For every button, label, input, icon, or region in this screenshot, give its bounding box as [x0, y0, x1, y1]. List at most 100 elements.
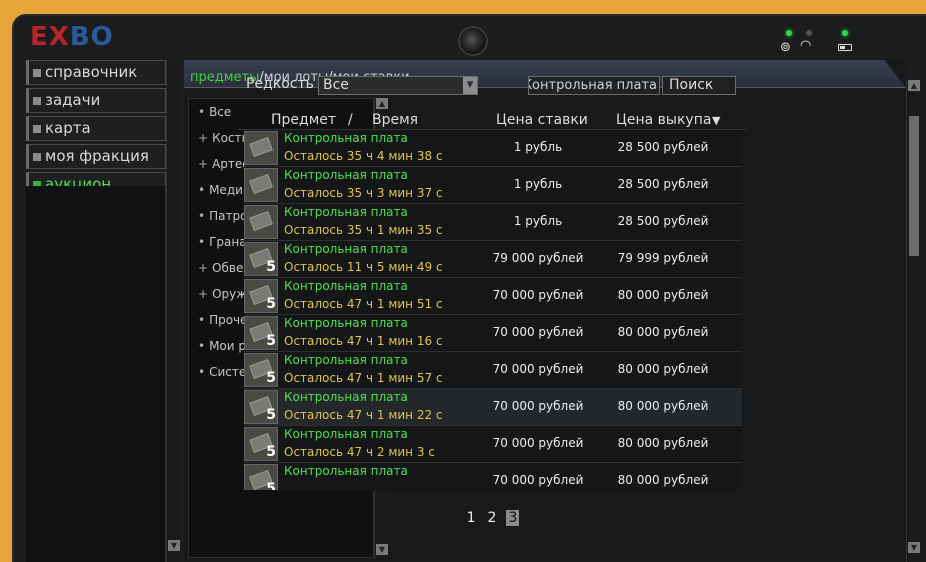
item-time-left: Осталось 47 ч 1 мин 22 с	[284, 408, 443, 422]
page-button-1[interactable]: 1	[465, 510, 478, 526]
item-thumbnail: 5	[244, 464, 278, 490]
table-row[interactable]: 5 Контрольная плата Осталось 47 ч 1 мин 22…	[244, 389, 742, 426]
scroll-down-icon[interactable]: ▼	[168, 540, 180, 551]
category-marker-icon: •	[198, 183, 206, 197]
category-marker-icon: +	[198, 261, 209, 275]
menu-item-2[interactable]: карта	[26, 116, 166, 141]
antenna-icon: ⊚	[780, 40, 791, 55]
table-row[interactable]: Контрольная плата Осталось 35 ч 4 мин 38 …	[244, 130, 742, 167]
column-header: Предмет / Время Цена ставки Цена выкупа …	[238, 112, 746, 130]
wifi-icon: ◠	[800, 38, 812, 53]
item-time-left: Осталось 47 ч 2 мин 3 с	[284, 445, 435, 459]
item-time-left: Осталось 35 ч 4 мин 38 с	[284, 149, 443, 163]
battery-icon	[838, 44, 852, 51]
col-item[interactable]: Предмет	[271, 112, 336, 128]
chevron-down-icon[interactable]: ▼	[463, 77, 477, 94]
top-bar: EXBO ⊚ ◠	[14, 16, 926, 60]
category-marker-icon: •	[198, 209, 206, 223]
menu-item-0[interactable]: справочник	[26, 60, 166, 85]
buyout-price: 28 500 рублей	[617, 140, 709, 154]
item-name: Контрольная плата	[284, 316, 408, 330]
table-row[interactable]: 5 Контрольная плата 70 000 рублей 80 000 ру…	[244, 463, 742, 490]
scroll-down-icon[interactable]: ▼	[908, 542, 920, 553]
item-thumbnail: 5	[244, 242, 278, 276]
lot-list-area: Редкость Все ▼ Контрольная плата Поиск П…	[238, 66, 746, 514]
rarity-select[interactable]: Все ▼	[318, 76, 478, 95]
table-row[interactable]: Контрольная плата Осталось 35 ч 1 мин 35 …	[244, 204, 742, 241]
category-marker-icon: •	[198, 339, 206, 353]
logo-part-2: BO	[69, 22, 114, 52]
lot-rows: Осталось 35 ч 2 мин 32 сКонтрольная плат…	[244, 130, 742, 490]
circuit-board-icon	[249, 174, 273, 194]
menu-item-label: справочник	[45, 63, 138, 81]
category-marker-icon: •	[198, 365, 206, 379]
bid-price: 70 000 рублей	[492, 325, 584, 339]
bid-price: 70 000 рублей	[492, 399, 584, 413]
bid-price: 1 рубль	[513, 177, 563, 191]
bid-price: 1 рубль	[513, 214, 563, 228]
item-quantity: 5	[266, 481, 276, 490]
scroll-down-icon[interactable]: ▼	[376, 544, 388, 555]
category-marker-icon: •	[198, 105, 206, 119]
item-name: Контрольная плата	[284, 353, 408, 367]
buyout-price: 80 000 рублей	[617, 436, 709, 450]
rarity-value: Все	[323, 77, 349, 93]
table-row[interactable]: Контрольная плата Осталось 35 ч 3 мин 37 …	[244, 167, 742, 204]
bid-price: 70 000 рублей	[492, 473, 584, 487]
main-scrollbar[interactable]: ▲ ▼	[906, 80, 920, 562]
buyout-price: 80 000 рублей	[617, 325, 709, 339]
item-quantity: 5	[266, 259, 276, 275]
led-green	[786, 30, 792, 36]
buyout-price: 79 999 рублей	[617, 251, 709, 265]
item-time-left: Осталось 47 ч 1 мин 51 с	[284, 297, 443, 311]
table-row[interactable]: 5 Контрольная плата Осталось 47 ч 2 мин 3 …	[244, 426, 742, 463]
main-menu: справочник задачи карта моя фракция аукцион	[26, 60, 166, 200]
category-marker-icon: •	[198, 235, 206, 249]
item-name: Контрольная плата	[284, 279, 408, 293]
category-marker-icon: +	[198, 157, 209, 171]
led-green	[842, 30, 848, 36]
logo: EXBO	[30, 22, 114, 52]
logo-part-1: EX	[30, 22, 70, 52]
col-buyout[interactable]: Цена выкупа	[616, 112, 711, 128]
page-button-3[interactable]: 3	[506, 510, 520, 526]
rarity-label: Редкость	[246, 76, 314, 92]
item-name: Контрольная плата	[284, 427, 408, 441]
table-row[interactable]: 5 Контрольная плата Осталось 11 ч 5 мин 49…	[244, 241, 742, 278]
scroll-thumb[interactable]	[909, 116, 919, 256]
item-thumbnail: 5	[244, 353, 278, 387]
item-time-left: Осталось 35 ч 3 мин 37 с	[284, 186, 443, 200]
col-time[interactable]: Время	[372, 112, 418, 128]
scroll-up-icon[interactable]: ▲	[908, 80, 920, 91]
page-button-2[interactable]: 2	[486, 510, 499, 526]
col-bid[interactable]: Цена ставки	[496, 112, 588, 128]
bid-price: 79 000 рублей	[492, 251, 584, 265]
table-row[interactable]: 5 Контрольная плата Осталось 47 ч 1 мин 57…	[244, 352, 742, 389]
item-quantity: 5	[266, 296, 276, 312]
table-row[interactable]: 5 Контрольная плата Осталось 47 ч 1 мин 51…	[244, 278, 742, 315]
pda-device: EXBO ⊚ ◠ справочник задачи карта моя фракци…	[12, 14, 926, 562]
buyout-price: 80 000 рублей	[617, 362, 709, 376]
table-row[interactable]: 5 Контрольная плата Осталось 47 ч 1 мин 16…	[244, 315, 742, 352]
left-scrollbar[interactable]: ▼	[166, 60, 180, 562]
menu-item-label: задачи	[45, 91, 101, 109]
item-quantity: 5	[266, 370, 276, 386]
search-input[interactable]: Контрольная плата	[528, 76, 660, 95]
bid-price: 70 000 рублей	[492, 288, 584, 302]
item-quantity: 5	[266, 444, 276, 460]
filter-row: Редкость Все ▼ Контрольная плата Поиск	[238, 66, 746, 96]
item-quantity: 5	[266, 333, 276, 349]
buyout-price: 80 000 рублей	[617, 288, 709, 302]
search-button[interactable]: Поиск	[662, 76, 736, 95]
item-name: Контрольная плата	[284, 131, 408, 145]
sort-icon[interactable]: ▼	[712, 114, 720, 127]
menu-bullet-icon	[33, 96, 41, 105]
buyout-price: 80 000 рублей	[617, 473, 709, 487]
item-name: Контрольная плата	[284, 242, 408, 256]
item-thumbnail	[244, 168, 278, 202]
led-dim	[806, 30, 812, 36]
item-name: Контрольная плата	[284, 464, 408, 478]
menu-item-1[interactable]: задачи	[26, 88, 166, 113]
menu-item-3[interactable]: моя фракция	[26, 144, 166, 169]
pagination: 123	[238, 510, 746, 526]
